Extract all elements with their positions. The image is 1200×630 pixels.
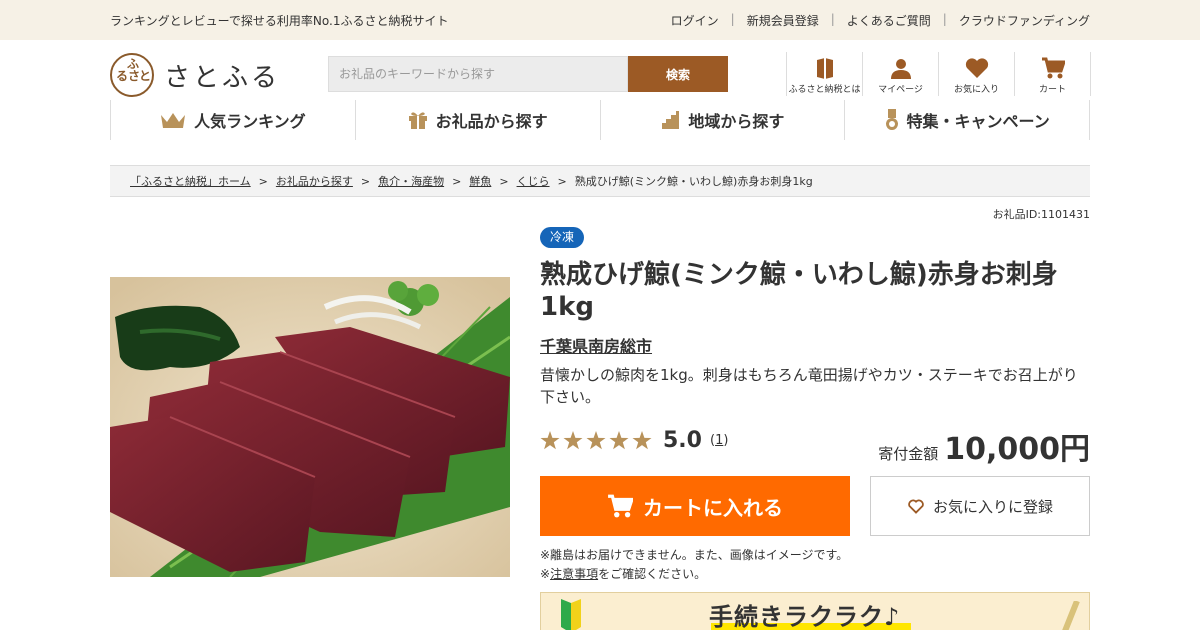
breadcrumb-gifts[interactable]: お礼品から探す <box>276 173 353 189</box>
search-input[interactable] <box>328 56 628 92</box>
price-label: 寄付金額 <box>878 445 939 463</box>
breadcrumb-separator: > <box>499 174 509 188</box>
note-line-1: ※離島はお届けできません。また、画像はイメージです。 <box>540 548 849 562</box>
breadcrumb-fresh-fish[interactable]: 鮮魚 <box>469 173 491 189</box>
register-link[interactable]: 新規会員登録 <box>747 12 819 29</box>
cart-icon <box>1041 57 1065 79</box>
search-button[interactable]: 検索 <box>628 56 728 92</box>
site-tagline: ランキングとレビューで探せる利用率No.1ふるさと納税サイト <box>110 14 449 28</box>
nav-gifts[interactable]: お礼品から探す <box>356 100 601 140</box>
star-icon <box>563 431 583 450</box>
breadcrumb-seafood[interactable]: 魚介・海産物 <box>378 173 444 189</box>
product-description: 昔懐かしの鯨肉を1kg。刺身はもちろん竜田揚げやカツ・ステーキでお召上がり下さい… <box>540 366 1078 406</box>
cart-icon <box>608 494 633 518</box>
user-icon <box>890 59 911 79</box>
frozen-badge: 冷凍 <box>540 227 585 248</box>
heart-outline-icon <box>908 499 924 514</box>
divider: | <box>730 12 735 26</box>
breadcrumb-current: 熟成ひげ鯨(ミンク鯨・いわし鯨)赤身お刺身1kg <box>574 175 813 188</box>
breadcrumb-separator: > <box>360 174 371 188</box>
main-nav: 人気ランキング お礼品から探す 地域から探す 特集・キャンペーン <box>110 100 1090 140</box>
top-links: ログイン | 新規会員登録 | よくあるご質問 | クラウドファンディング <box>671 12 1090 29</box>
product-image[interactable] <box>110 277 510 577</box>
rating: 5.0 (1) <box>540 428 728 453</box>
gift-icon <box>408 112 427 129</box>
breadcrumb-separator: > <box>557 174 567 188</box>
heart-icon <box>965 58 988 78</box>
favorites-button[interactable]: お気に入り <box>939 52 1015 96</box>
divider: | <box>942 12 947 26</box>
medal-icon <box>885 109 898 130</box>
divider: | <box>830 12 835 26</box>
breadcrumb-home[interactable]: 「ふるさと納税」ホーム <box>130 173 251 189</box>
logo-text: さとふる <box>164 62 281 93</box>
precautions-link[interactable]: 注意事項 <box>550 567 598 581</box>
nav-ranking[interactable]: 人気ランキング <box>111 100 356 140</box>
rating-score: 5.0 <box>663 428 702 453</box>
breadcrumb-separator: > <box>452 174 462 188</box>
star-icon <box>632 431 652 450</box>
notes: ※離島はお届けできません。また、画像はイメージです。 ※注意事項をご確認ください… <box>540 546 848 584</box>
banner-text: 手続きラクラク♪ <box>709 603 901 630</box>
price-value: 10,000円 <box>944 432 1090 467</box>
beginner-mark-icon <box>561 599 581 630</box>
header-icon-nav: ふるさと納税とは マイページ お気に入り カート <box>786 52 1091 96</box>
book-icon <box>816 58 833 79</box>
cart-button[interactable]: カート <box>1015 52 1091 96</box>
area-link[interactable]: 千葉県南房総市 <box>540 333 652 357</box>
breadcrumb-whale[interactable]: くじら <box>517 173 550 189</box>
logo-mark: ふ る さ と <box>110 53 154 97</box>
crowdfunding-link[interactable]: クラウドファンディング <box>959 12 1090 29</box>
easy-procedure-banner[interactable]: 手続きラクラク♪ <box>540 592 1090 630</box>
region-icon <box>662 111 680 129</box>
add-to-favorites-button[interactable]: お気に入りに登録 <box>870 476 1090 536</box>
login-link[interactable]: ログイン <box>671 12 719 29</box>
whale-sashimi-photo <box>110 277 510 577</box>
star-icon <box>609 431 629 450</box>
site-logo[interactable]: ふ る さ と さとふる <box>110 53 280 97</box>
add-to-cart-button[interactable]: カートに入れる <box>540 476 850 536</box>
breadcrumb: 「ふるさと納税」ホーム > お礼品から探す > 魚介・海産物 > 鮮魚 > くじ… <box>110 165 1090 197</box>
top-bar: ランキングとレビューで探せる利用率No.1ふるさと納税サイト ログイン | 新規… <box>0 0 1200 40</box>
nav-region[interactable]: 地域から探す <box>601 100 846 140</box>
price: 寄付金額 10,000円 <box>878 424 1090 468</box>
rating-stars <box>540 431 655 450</box>
note-line-2: ※注意事項をご確認ください。 <box>540 567 707 581</box>
product-title: 熟成ひげ鯨(ミンク鯨・いわし鯨)赤身お刺身1kg <box>540 260 1058 322</box>
mypage-button[interactable]: マイページ <box>863 52 939 96</box>
review-count: (1) <box>709 433 729 448</box>
decoration-icon <box>1062 601 1080 630</box>
faq-link[interactable]: よくあるご質問 <box>847 12 931 29</box>
about-furusato-button[interactable]: ふるさと納税とは <box>787 52 863 96</box>
breadcrumb-separator: > <box>258 174 268 188</box>
nav-features[interactable]: 特集・キャンペーン <box>845 100 1090 140</box>
star-icon <box>540 431 560 450</box>
gift-id: お礼品ID:1101431 <box>992 208 1090 221</box>
star-icon <box>586 431 606 450</box>
search-bar: 検索 <box>328 56 728 92</box>
crown-icon <box>161 113 186 128</box>
